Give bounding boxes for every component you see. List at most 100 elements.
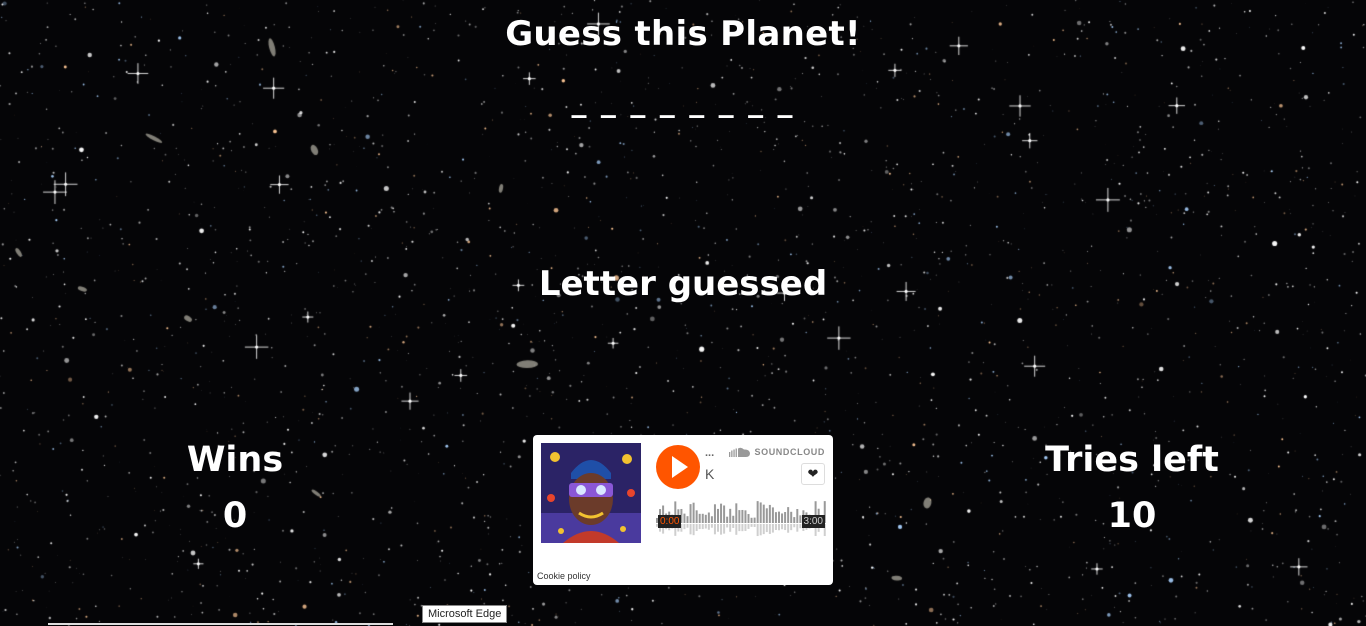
waveform-bar bbox=[701, 513, 704, 523]
waveform-bar-reflection bbox=[765, 524, 768, 533]
waveform-bar bbox=[698, 513, 701, 523]
wins-label: Wins bbox=[186, 440, 284, 480]
waveform-bar-reflection bbox=[729, 524, 732, 532]
waveform-bar bbox=[717, 508, 719, 523]
soundcloud-brand-text: SOUNDCLOUD bbox=[754, 447, 825, 457]
waveform-bar bbox=[771, 507, 774, 523]
waveform-bar-reflection bbox=[771, 524, 774, 533]
waveform-bar-reflection bbox=[759, 524, 762, 536]
time-current: 0:00 bbox=[658, 515, 682, 528]
waveform-bar bbox=[793, 517, 796, 523]
cookie-policy-link[interactable]: Cookie policy bbox=[537, 571, 591, 581]
waveform-bar-reflection bbox=[692, 524, 695, 536]
waveform-bar-reflection bbox=[713, 524, 716, 535]
album-art[interactable] bbox=[541, 443, 641, 543]
waveform-bar-reflection bbox=[710, 524, 713, 528]
waveform-bar bbox=[744, 510, 747, 523]
waveform-bar-reflection bbox=[707, 524, 710, 530]
waveform-bar bbox=[692, 502, 695, 523]
waveform-bar-reflection bbox=[698, 524, 701, 530]
heart-icon: ❤ bbox=[807, 466, 819, 481]
waveform-bar bbox=[735, 503, 738, 523]
waveform-bar bbox=[768, 504, 771, 523]
waveform-bar bbox=[723, 505, 726, 523]
album-art-image bbox=[541, 443, 641, 543]
waveform-bar-reflection bbox=[723, 524, 726, 534]
waveform-bar-reflection bbox=[790, 524, 793, 531]
waveform-bar bbox=[790, 511, 793, 523]
waveform-bar-reflection bbox=[787, 524, 790, 533]
waveform-bar bbox=[759, 502, 762, 523]
waveform-bar-reflection bbox=[741, 524, 744, 532]
waveform-bar-reflection bbox=[732, 524, 735, 528]
waveform-bar bbox=[778, 511, 780, 523]
wins-value: 0 bbox=[222, 496, 248, 536]
waveform-bar-reflection bbox=[750, 524, 753, 527]
waveform-bar bbox=[741, 509, 744, 523]
tooltip: Microsoft Edge bbox=[422, 605, 508, 623]
waveform-bar bbox=[762, 504, 765, 523]
track-user[interactable]: ... bbox=[705, 447, 714, 459]
waveform-bar bbox=[704, 514, 707, 523]
waveform-bar-reflection bbox=[768, 524, 771, 534]
waveform-bar bbox=[720, 503, 723, 523]
waveform-bar-reflection bbox=[747, 524, 750, 529]
track-title[interactable]: K bbox=[705, 466, 714, 482]
waveform-bar-reflection bbox=[744, 524, 747, 531]
waveform-bar bbox=[781, 513, 784, 523]
waveform-bar bbox=[756, 501, 759, 523]
waveform-bar-reflection bbox=[778, 524, 780, 531]
waveform-bar bbox=[683, 513, 686, 523]
waveform-bar-reflection bbox=[704, 524, 707, 529]
waveform-bar bbox=[774, 512, 777, 523]
waveform-bar-reflection bbox=[735, 524, 738, 535]
waveform[interactable] bbox=[656, 501, 826, 541]
letters-guessed-label: Letter guessed bbox=[538, 264, 828, 304]
waveform-bar-reflection bbox=[695, 524, 698, 531]
soundcloud-icon bbox=[728, 447, 750, 457]
waveform-bar-reflection bbox=[686, 524, 689, 528]
waveform-bar bbox=[738, 510, 741, 523]
taskbar-edge bbox=[48, 623, 393, 625]
soundcloud-logo[interactable]: SOUNDCLOUD bbox=[728, 447, 826, 457]
waveform-bar-reflection bbox=[796, 524, 799, 532]
like-button[interactable]: ❤ bbox=[801, 463, 825, 485]
waveform-bar-reflection bbox=[774, 524, 777, 530]
tries-left-label: Tries left bbox=[1045, 440, 1219, 480]
waveform-bar bbox=[686, 516, 689, 523]
waveform-bar bbox=[726, 516, 729, 523]
waveform-bar-reflection bbox=[756, 524, 759, 537]
waveform-bar-reflection bbox=[793, 524, 796, 528]
waveform-bar-reflection bbox=[701, 524, 704, 530]
waveform-bar-reflection bbox=[781, 524, 784, 530]
waveform-bar-reflection bbox=[753, 524, 756, 527]
waveform-bar bbox=[747, 514, 750, 523]
waveform-bar bbox=[713, 504, 716, 523]
waveform-bar bbox=[765, 508, 768, 523]
waveform-bar bbox=[729, 508, 732, 523]
letters-guessed-value bbox=[0, 320, 1366, 354]
waveform-bar bbox=[732, 515, 735, 523]
waveform-bar-reflection bbox=[784, 524, 787, 531]
waveform-bar bbox=[750, 517, 753, 523]
waveform-bar bbox=[689, 504, 692, 523]
waveform-bar-reflection bbox=[717, 524, 719, 532]
waveform-bar-reflection bbox=[738, 524, 741, 532]
waveform-bar bbox=[707, 512, 710, 523]
waveform-bar-reflection bbox=[726, 524, 729, 528]
waveform-bar-reflection bbox=[762, 524, 765, 535]
waveform-bar bbox=[753, 517, 756, 523]
game-screen: Guess this Planet! _ _ _ _ _ _ _ _ Lette… bbox=[0, 0, 1366, 626]
waveform-bar bbox=[695, 510, 698, 523]
waveform-bar bbox=[710, 516, 713, 523]
waveform-bar bbox=[787, 507, 790, 523]
waveform-bar bbox=[784, 512, 787, 523]
play-button[interactable] bbox=[656, 445, 700, 489]
word-display: _ _ _ _ _ _ _ _ bbox=[571, 84, 795, 119]
page-title: Guess this Planet! bbox=[505, 14, 861, 54]
waveform-bar bbox=[796, 509, 799, 523]
waveform-bar-reflection bbox=[720, 524, 723, 535]
tries-left-value: 10 bbox=[1107, 496, 1157, 536]
waveform-bar-reflection bbox=[683, 524, 686, 530]
waveform-bar-reflection bbox=[689, 524, 692, 535]
